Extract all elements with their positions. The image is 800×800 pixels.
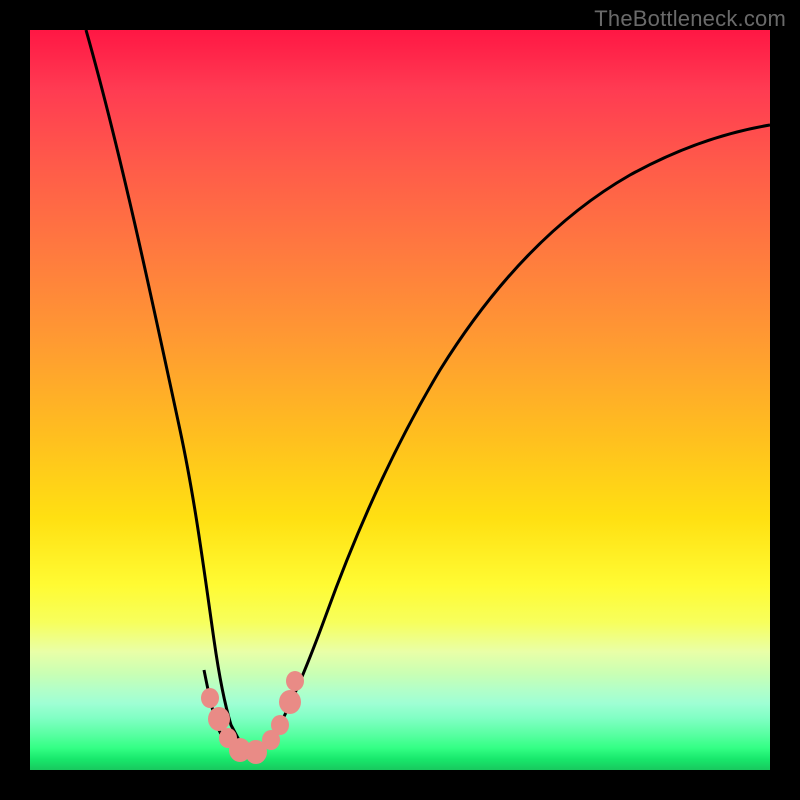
curve-marker — [271, 715, 289, 735]
plot-area — [30, 30, 770, 770]
curve-marker — [201, 688, 219, 708]
chart-container: TheBottleneck.com — [0, 0, 800, 800]
bottleneck-curve — [30, 30, 770, 770]
curve-marker — [286, 671, 304, 691]
watermark-text: TheBottleneck.com — [594, 6, 786, 32]
curve-marker — [279, 690, 301, 714]
